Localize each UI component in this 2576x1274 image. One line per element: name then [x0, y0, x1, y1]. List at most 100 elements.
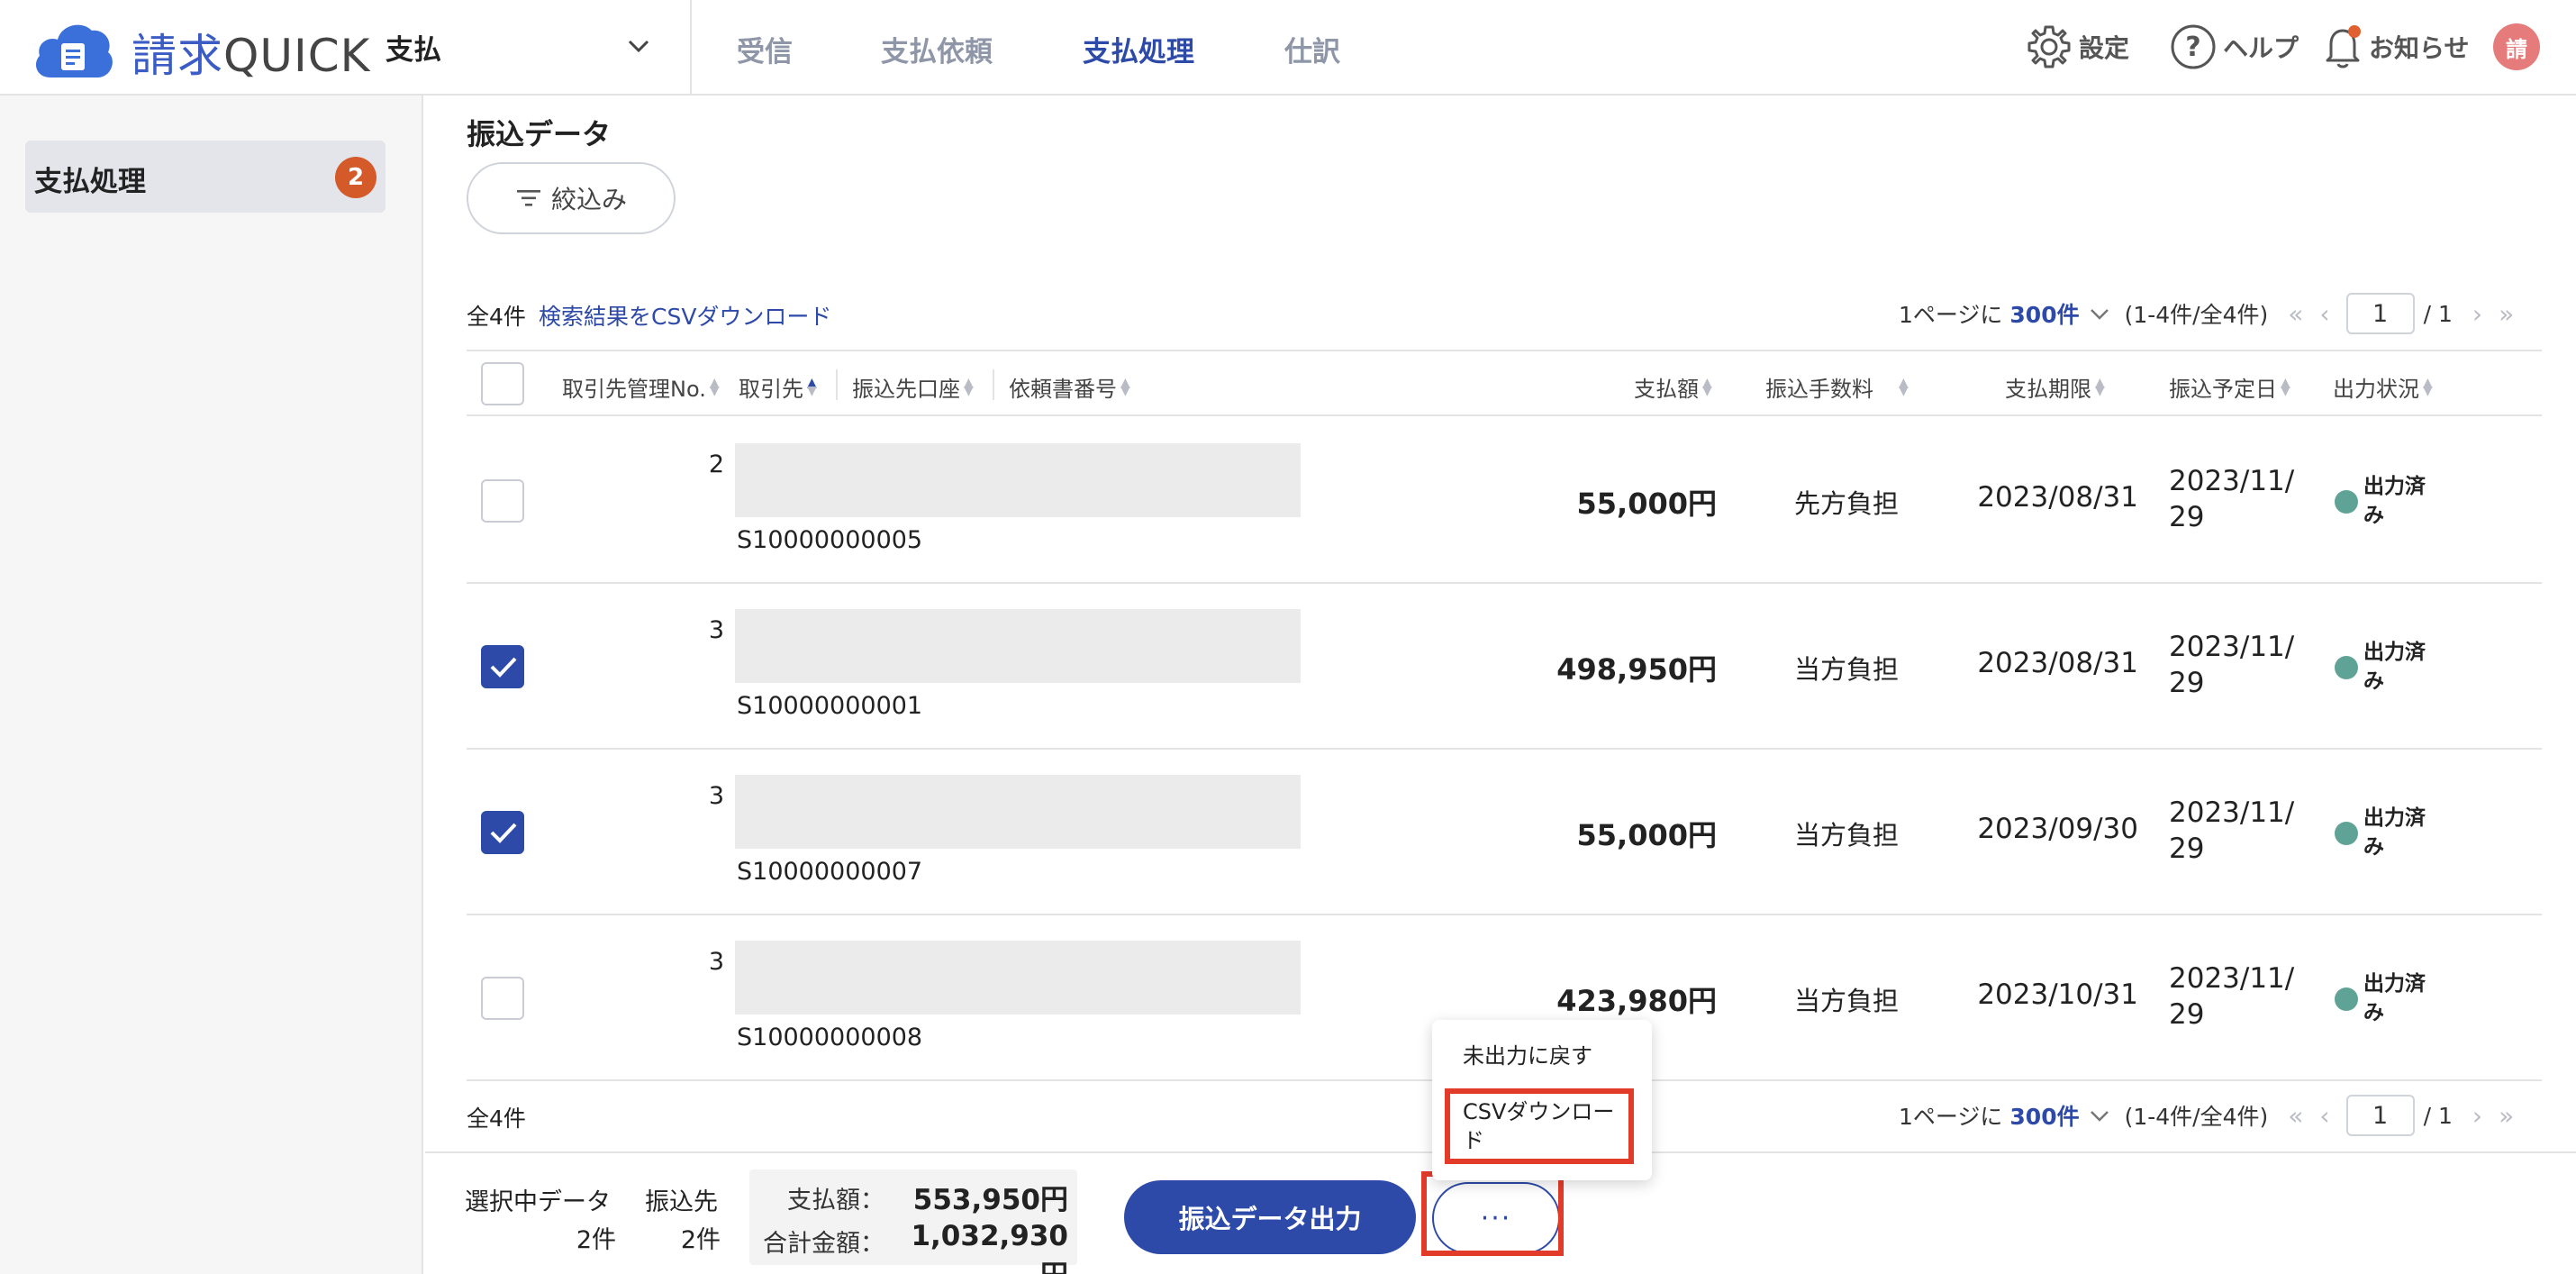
settings-label: 設定 [2079, 33, 2130, 63]
sort-icon: ▲ ▼ [2095, 375, 2105, 398]
scheduled-date-line1: 2023/11/ [2169, 962, 2295, 995]
row-checkbox[interactable] [481, 811, 524, 854]
column-header-mgmt-no[interactable]: 取引先管理No. ▲ ▼ [562, 371, 720, 403]
output-transfer-data-button[interactable]: 振込データ出力 [1124, 1180, 1416, 1254]
output-status-line2: み [2363, 835, 2384, 859]
filter-button[interactable]: 絞込み [467, 162, 676, 234]
column-header-vendor[interactable]: 取引先 ▲ ▼ [739, 371, 817, 403]
sort-ascending-icon: ▲ ▼ [807, 375, 817, 398]
payee-label: 振込先 [645, 1188, 718, 1216]
cloud-invoice-logo-icon[interactable] [31, 16, 117, 81]
next-page-icon[interactable]: › [2472, 299, 2482, 329]
page-number-input[interactable]: 1 [2345, 293, 2415, 334]
grand-total-label: 合計金額： [763, 1230, 884, 1258]
table-row[interactable]: 3 S10000000007 55,000円 当方負担 2023/09/30 2… [467, 750, 2542, 915]
last-page-icon[interactable]: » [2499, 299, 2514, 329]
notifications-label: お知らせ [2369, 33, 2470, 63]
output-status-line2: み [2363, 669, 2384, 693]
table-header: 取引先管理No. ▲ ▼ 取引先 ▲ ▼ 振込先口座 ▲ ▼ 依頼書番号 ▲ ▼ 支払額 ▲ ▼ 振… [467, 350, 2542, 416]
column-header-amount[interactable]: 支払額 ▲ ▼ [1634, 371, 1712, 403]
transfer-fee: 当方負担 [1793, 820, 1899, 851]
output-status-line2: み [2363, 1001, 2384, 1024]
nav-tab-receive[interactable]: 受信 [737, 29, 793, 69]
scheduled-date-line2: 29 [2169, 998, 2205, 1031]
sidebar: 支払処理 2 [0, 96, 423, 1274]
column-header-output-status[interactable]: 出力状況 ▲ ▼ [2333, 371, 2433, 403]
select-all-checkbox[interactable] [481, 362, 524, 405]
result-count-bottom: 全4件 [467, 1106, 526, 1132]
row-checkbox[interactable] [481, 479, 524, 523]
vendor-name-redacted [735, 775, 1301, 849]
column-header-due-date[interactable]: 支払期限 ▲ ▼ [2005, 371, 2105, 403]
first-page-icon[interactable]: « [2288, 1101, 2303, 1131]
module-selector-label[interactable]: 支払 [385, 27, 441, 68]
vendor-mgmt-no: 2 [708, 450, 724, 478]
column-header-fee[interactable]: 振込手数料 ▲ ▼ [1765, 371, 1909, 403]
last-page-icon[interactable]: » [2499, 1101, 2514, 1131]
output-status: 出力済み [2363, 638, 2444, 696]
per-page-select[interactable]: 300件 [2009, 297, 2079, 330]
nav-tab-payment-processing[interactable]: 支払処理 [1083, 29, 1194, 69]
column-label: 支払額 [1634, 377, 1699, 402]
row-checkbox[interactable] [481, 977, 524, 1020]
page-range: (1-4件/全4件) [2124, 302, 2269, 328]
sidebar-item-label: 支払処理 [34, 166, 146, 198]
per-page-select[interactable]: 300件 [2009, 1099, 2079, 1132]
page-range: (1-4件/全4件) [2124, 1104, 2269, 1130]
chevron-down-icon[interactable] [625, 32, 652, 59]
menu-item-revert-unoutput[interactable]: 未出力に戻す [1463, 1042, 1630, 1070]
sidebar-count-badge: 2 [335, 157, 376, 198]
column-label: 振込手数料 [1765, 377, 1873, 402]
nav-tab-journal[interactable]: 仕訳 [1284, 29, 1340, 69]
output-status-line1: 出力済 [2363, 806, 2426, 830]
sidebar-item-payment-processing[interactable]: 支払処理 2 [25, 141, 385, 213]
payee-count: 2件 [680, 1226, 721, 1254]
request-number: S10000000005 [737, 526, 923, 554]
table-row[interactable]: 2 S10000000005 55,000円 先方負担 2023/08/31 2… [467, 418, 2542, 584]
scheduled-date: 2023/11/29 [2169, 629, 2313, 701]
notifications-button[interactable]: お知らせ [2322, 20, 2469, 74]
brand-name[interactable]: 請求QUICK [132, 20, 370, 85]
column-header-scheduled-date[interactable]: 振込予定日 ▲ ▼ [2169, 371, 2290, 403]
output-status: 出力済み [2363, 472, 2444, 530]
brand-kanji: 請求 [132, 30, 223, 82]
sort-icon: ▲ ▼ [964, 375, 974, 398]
column-header-bank-account[interactable]: 振込先口座 ▲ ▼ [852, 371, 974, 403]
grand-total-amount: 1,032,930円 [911, 1220, 1068, 1274]
csv-download-link[interactable]: 検索結果をCSVダウンロード [539, 299, 831, 332]
settings-button[interactable]: 設定 [2025, 20, 2129, 74]
selected-data-label: 選択中データ [465, 1188, 611, 1216]
chevron-down-icon[interactable] [2089, 1106, 2110, 1124]
sort-icon: ▲ ▼ [1120, 375, 1130, 398]
scheduled-date-line1: 2023/11/ [2169, 796, 2295, 829]
checkmark-icon [490, 657, 517, 678]
sort-icon: ▲ ▼ [1702, 375, 1712, 398]
output-status-line1: 出力済 [2363, 641, 2426, 664]
prev-page-icon[interactable]: ‹ [2319, 1101, 2329, 1131]
prev-page-icon[interactable]: ‹ [2319, 299, 2329, 329]
selected-data-count: 2件 [576, 1226, 616, 1254]
page-number-input[interactable]: 1 [2345, 1095, 2415, 1136]
nav-tab-payment-request[interactable]: 支払依頼 [881, 29, 993, 69]
section-title: 振込データ [467, 117, 612, 151]
payment-amount: 498,950円 [1556, 652, 1717, 687]
total-pages: / 1 [2423, 1102, 2453, 1129]
user-avatar[interactable]: 請 [2493, 23, 2540, 70]
scheduled-date-line1: 2023/11/ [2169, 631, 2295, 663]
output-status-line2: み [2363, 504, 2384, 527]
transfer-fee: 先方負担 [1793, 488, 1899, 519]
due-date: 2023/08/31 [1977, 481, 2138, 514]
next-page-icon[interactable]: › [2472, 1101, 2482, 1131]
row-checkbox[interactable] [481, 645, 524, 688]
bell-icon [2326, 25, 2361, 68]
scheduled-date: 2023/11/29 [2169, 463, 2313, 535]
transfer-fee: 当方負担 [1793, 654, 1899, 685]
column-label: 振込予定日 [2169, 377, 2277, 402]
scheduled-date-line1: 2023/11/ [2169, 465, 2295, 497]
column-header-request-no[interactable]: 依頼書番号 ▲ ▼ [1009, 371, 1130, 403]
help-button[interactable]: ? ヘルプ [2169, 20, 2299, 74]
first-page-icon[interactable]: « [2288, 299, 2303, 329]
table-row[interactable]: 3 S10000000001 498,950円 当方負担 2023/08/31 … [467, 584, 2542, 750]
scheduled-date: 2023/11/29 [2169, 795, 2313, 867]
chevron-down-icon[interactable] [2089, 305, 2110, 323]
